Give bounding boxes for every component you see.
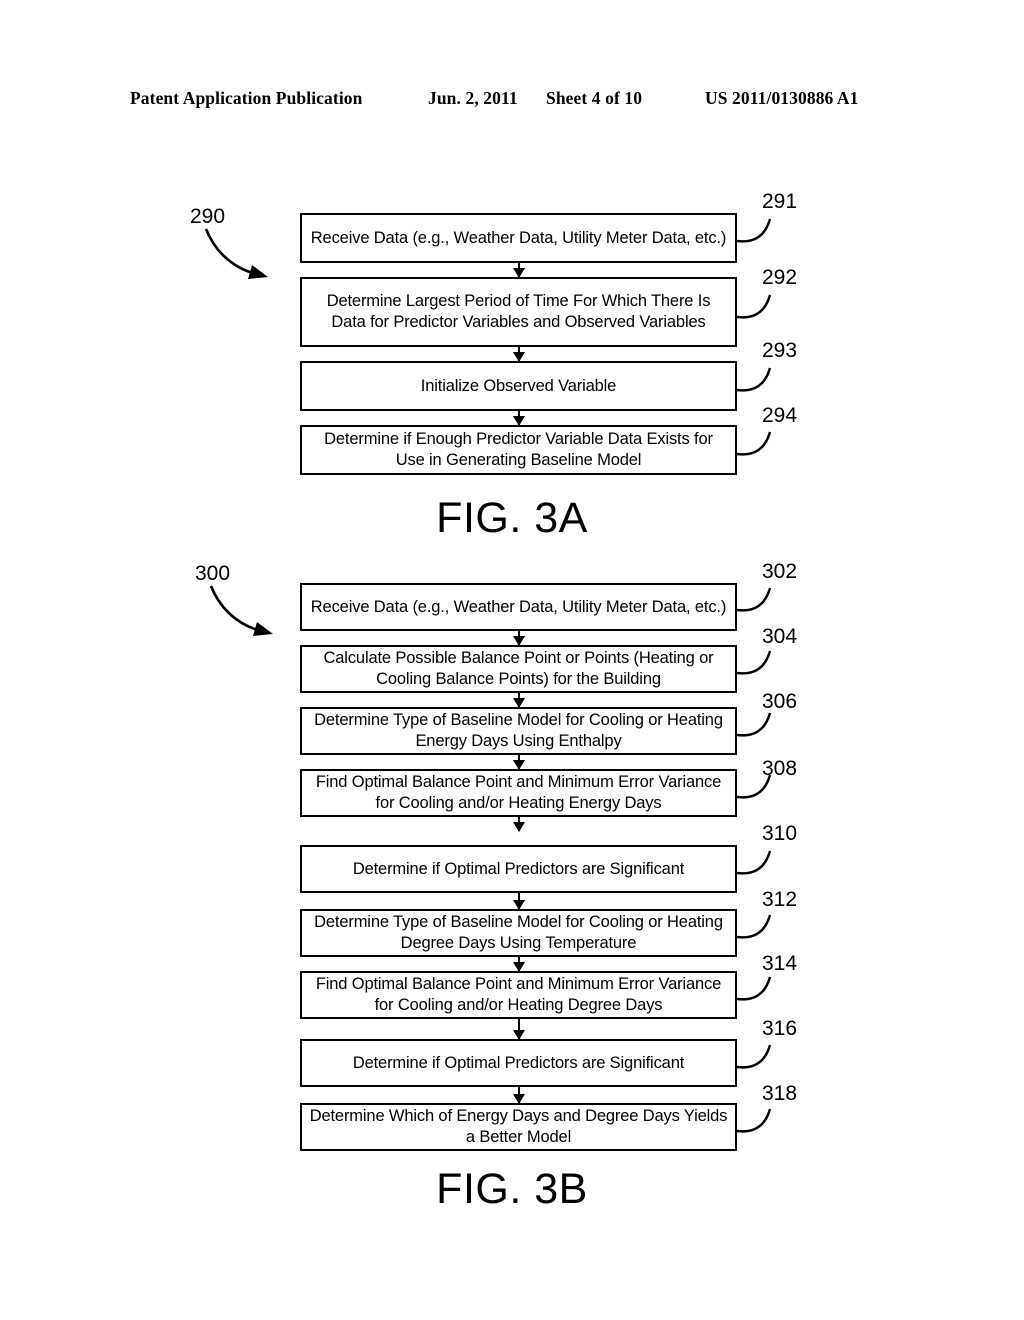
header-patent-number: US 2011/0130886 A1 <box>705 88 859 108</box>
ref-numeral-293: 293 <box>762 339 798 362</box>
connector-293-294 <box>513 411 525 426</box>
page-header: Patent Application Publication Jun. 2, 2… <box>0 88 1024 114</box>
lead-line-292 <box>736 294 783 329</box>
connector-302-304 <box>513 631 525 646</box>
process-box-312-label: Determine Type of Baseline Model for Coo… <box>314 913 723 952</box>
ref-numeral-300: 300 <box>195 562 231 585</box>
connector-291-292 <box>513 263 525 278</box>
process-box-304: Calculate Possible Balance Point or Poin… <box>300 645 737 693</box>
ref-numeral-304: 304 <box>762 625 798 648</box>
process-box-318-label: Determine Which of Energy Days and Degre… <box>309 1107 728 1146</box>
process-box-291-label: Receive Data (e.g., Weather Data, Utilit… <box>310 228 727 247</box>
process-box-314: Find Optimal Balance Point and Minimum E… <box>300 971 737 1019</box>
ref-numeral-302: 302 <box>762 560 798 583</box>
process-box-310: Determine if Optimal Predictors are Sign… <box>300 845 737 893</box>
process-box-316: Determine if Optimal Predictors are Sign… <box>300 1039 737 1087</box>
entry-arrow-icon <box>207 584 287 644</box>
ref-numeral-294: 294 <box>762 404 798 427</box>
connector-316-318 <box>513 1087 525 1104</box>
process-box-294: Determine if Enough Predictor Variable D… <box>300 425 737 475</box>
connector-314-316 <box>513 1019 525 1040</box>
header-sheet-number: Sheet 4 of 10 <box>546 88 643 108</box>
lead-line-293 <box>736 367 783 402</box>
lead-line-314 <box>736 976 783 1011</box>
process-box-292: Determine Largest Period of Time For Whi… <box>300 277 737 347</box>
ref-numeral-291: 291 <box>762 190 798 213</box>
process-box-293-label: Initialize Observed Variable <box>420 376 617 395</box>
ref-numeral-290: 290 <box>190 205 226 228</box>
ref-numeral-306: 306 <box>762 690 798 713</box>
connector-310-312 <box>513 893 525 910</box>
ref-numeral-310: 310 <box>762 822 798 845</box>
ref-numeral-292: 292 <box>762 266 798 289</box>
figure-3a-caption: FIG. 3A <box>436 494 588 542</box>
entry-arrow-icon <box>202 227 282 287</box>
ref-numeral-316: 316 <box>762 1017 798 1040</box>
ref-numeral-308: 308 <box>762 757 798 780</box>
lead-line-318 <box>736 1108 783 1143</box>
ref-numeral-314: 314 <box>762 952 798 975</box>
process-box-318: Determine Which of Energy Days and Degre… <box>300 1103 737 1151</box>
process-box-304-label: Calculate Possible Balance Point or Poin… <box>323 649 714 688</box>
lead-line-304 <box>736 650 783 685</box>
connector-308-310 <box>513 817 525 832</box>
lead-line-316 <box>736 1044 783 1079</box>
process-box-306: Determine Type of Baseline Model for Coo… <box>300 707 737 755</box>
process-box-314-label: Find Optimal Balance Point and Minimum E… <box>315 975 722 1014</box>
process-box-292-label: Determine Largest Period of Time For Whi… <box>326 292 711 331</box>
process-box-291: Receive Data (e.g., Weather Data, Utilit… <box>300 213 737 263</box>
lead-line-310 <box>736 850 783 885</box>
process-box-302: Receive Data (e.g., Weather Data, Utilit… <box>300 583 737 631</box>
connector-304-306 <box>513 693 525 708</box>
figure-3b-caption: FIG. 3B <box>436 1165 588 1213</box>
process-box-308: Find Optimal Balance Point and Minimum E… <box>300 769 737 817</box>
process-box-312: Determine Type of Baseline Model for Coo… <box>300 909 737 957</box>
process-box-308-label: Find Optimal Balance Point and Minimum E… <box>315 773 722 812</box>
lead-line-291 <box>736 218 783 253</box>
lead-line-294 <box>736 431 783 466</box>
connector-312-314 <box>513 957 525 972</box>
process-box-310-label: Determine if Optimal Predictors are Sign… <box>352 859 685 878</box>
process-box-302-label: Receive Data (e.g., Weather Data, Utilit… <box>310 597 727 616</box>
process-box-294-label: Determine if Enough Predictor Variable D… <box>324 430 713 469</box>
process-box-316-label: Determine if Optimal Predictors are Sign… <box>352 1053 685 1072</box>
header-publication-title: Patent Application Publication <box>130 88 363 108</box>
process-box-293: Initialize Observed Variable <box>300 361 737 411</box>
ref-numeral-312: 312 <box>762 888 798 911</box>
lead-line-306 <box>736 712 783 747</box>
connector-306-308 <box>513 755 525 770</box>
header-publication-date: Jun. 2, 2011 <box>428 88 518 108</box>
lead-line-312 <box>736 914 783 949</box>
ref-numeral-318: 318 <box>762 1082 798 1105</box>
lead-line-302 <box>736 587 783 622</box>
process-box-306-label: Determine Type of Baseline Model for Coo… <box>314 711 723 750</box>
connector-292-293 <box>513 347 525 362</box>
